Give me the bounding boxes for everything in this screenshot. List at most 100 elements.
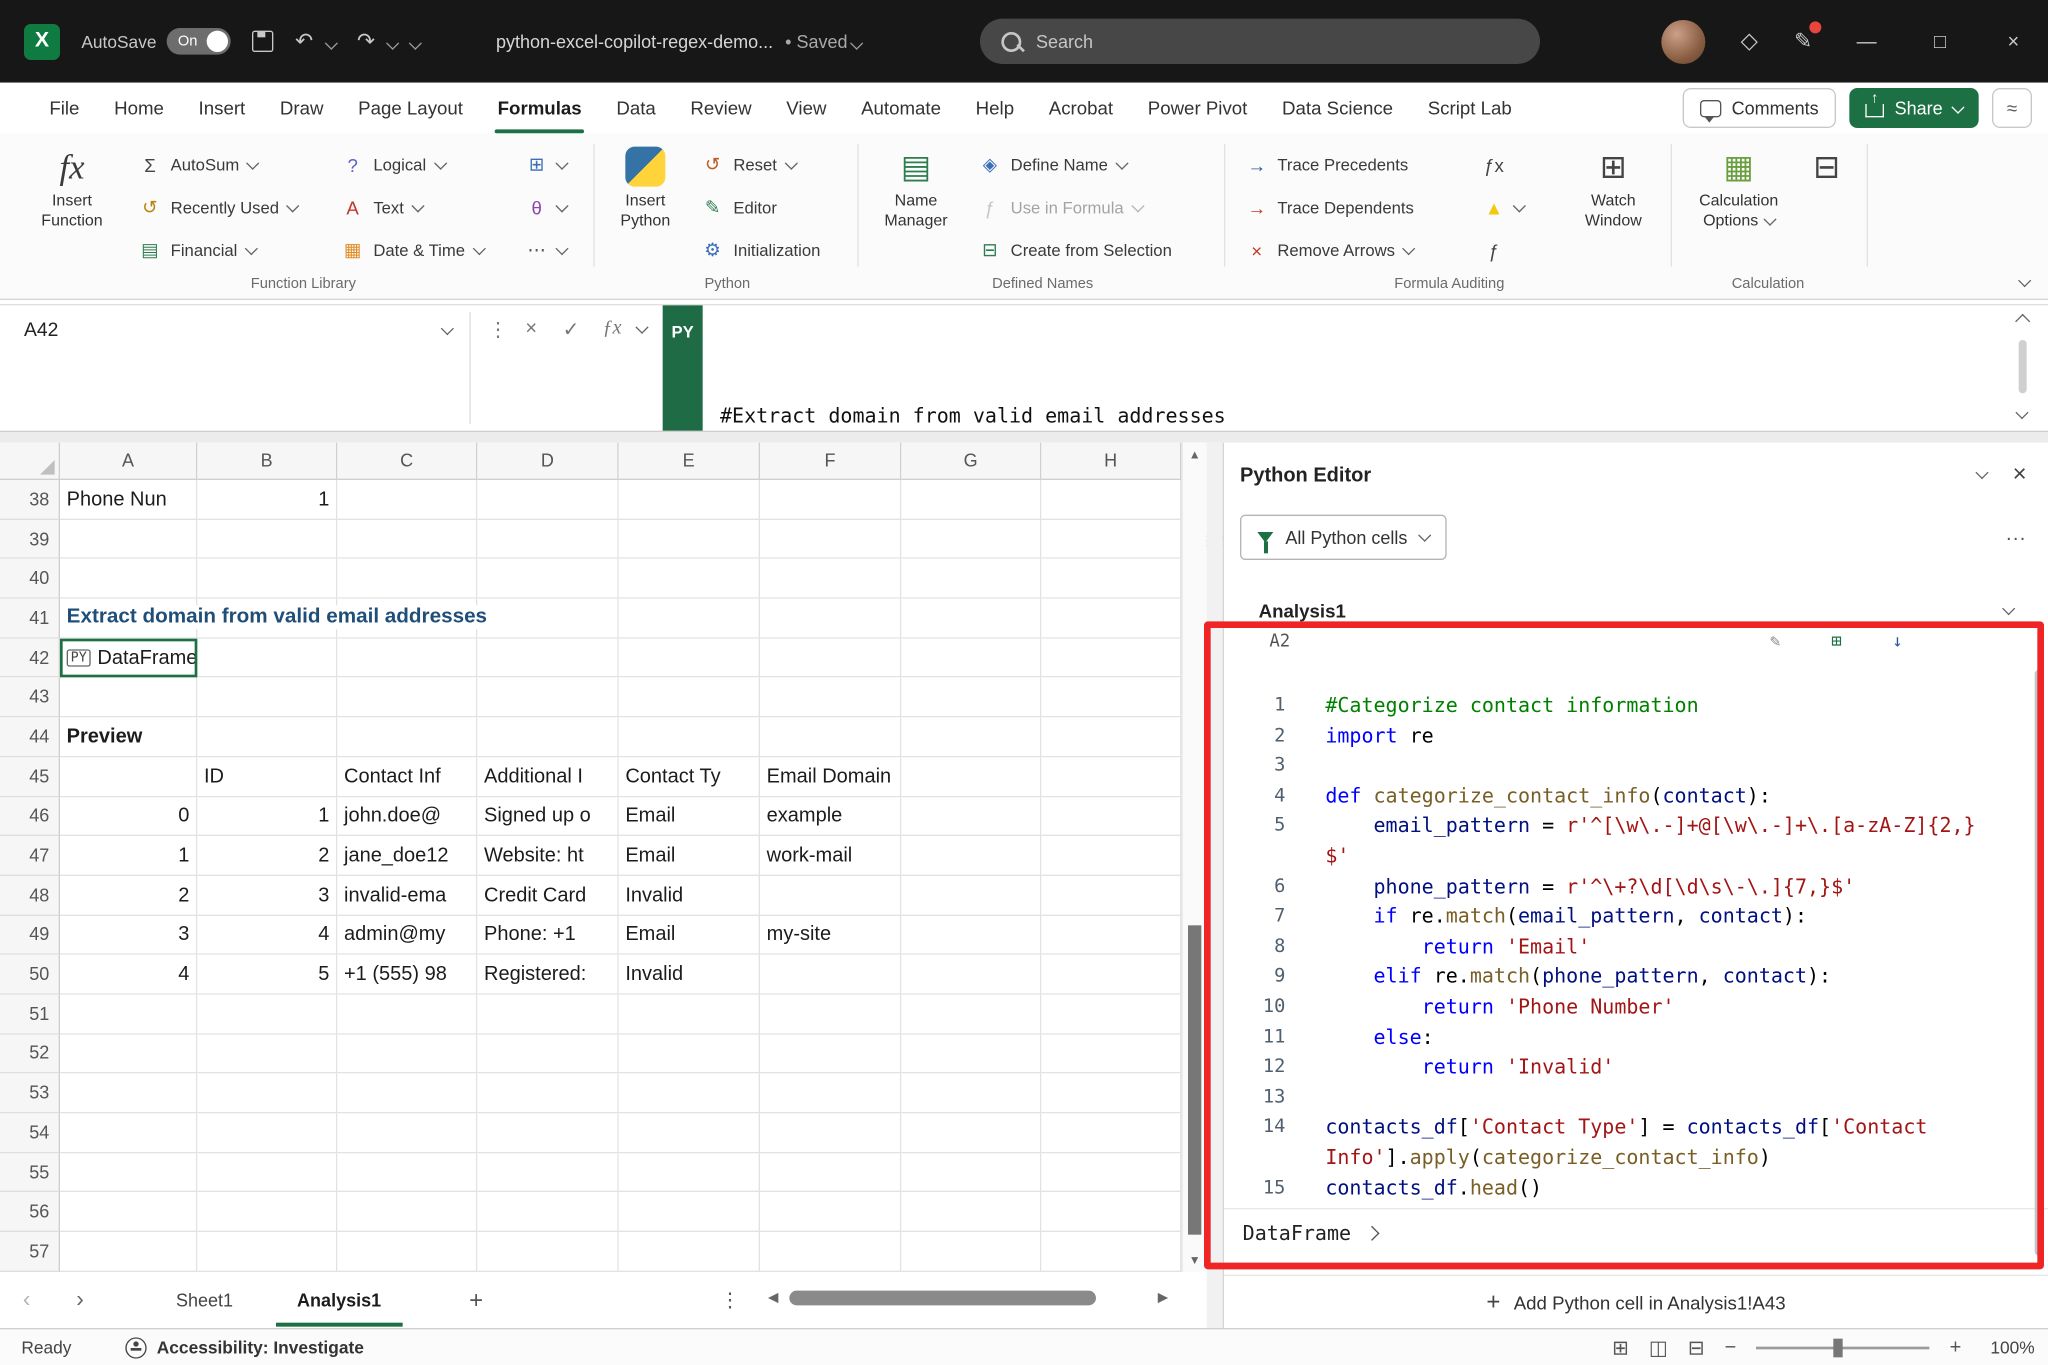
cell-D43[interactable] [477, 678, 618, 718]
cell-D55[interactable] [477, 1153, 618, 1193]
code-line-15[interactable]: 15contacts_df.head() [1224, 1173, 2036, 1203]
cell-H39[interactable] [1041, 520, 1181, 560]
cell-D51[interactable] [477, 995, 618, 1035]
row-header-51[interactable]: 51 [0, 995, 60, 1035]
row-header-47[interactable]: 47 [0, 836, 60, 876]
cell-E41[interactable] [619, 599, 760, 639]
cell-E39[interactable] [619, 520, 760, 560]
cell-G44[interactable] [901, 717, 1041, 757]
cell-A42[interactable]: PYDataFrame [60, 638, 197, 678]
vertical-scrollbar[interactable]: ▲ ▼ [1181, 443, 1206, 1272]
code-line-11[interactable]: 11 else: [1224, 1022, 2036, 1052]
menu-tab-data[interactable]: Data [599, 83, 673, 134]
cell-B55[interactable] [197, 1153, 337, 1193]
cell-E51[interactable] [619, 995, 760, 1035]
accessibility-status[interactable]: Accessibility: Investigate [125, 1337, 364, 1358]
insert-function-icon[interactable]: ƒx [603, 317, 622, 340]
menu-tab-view[interactable]: View [769, 83, 844, 134]
sheet-nav-right-icon[interactable]: › [53, 1287, 106, 1314]
cell-B39[interactable] [197, 520, 337, 560]
column-header-e[interactable]: E [619, 443, 760, 480]
cell-E48[interactable]: Invalid [619, 876, 760, 916]
cell-D38[interactable] [477, 480, 618, 520]
autosave-toggle[interactable]: On [167, 28, 231, 55]
cell-F42[interactable] [760, 638, 901, 678]
column-header-d[interactable]: D [477, 443, 618, 480]
cell-B54[interactable] [197, 1113, 337, 1153]
maximize-button[interactable]: □ [1921, 30, 1958, 53]
zoom-level[interactable]: 100% [1981, 1337, 2034, 1357]
cell-F52[interactable] [760, 1034, 901, 1074]
code-line-5[interactable]: 5 email_pattern = r'^[\w\.-]+@[\w\.-]+\.… [1224, 811, 2036, 841]
normal-view-icon[interactable]: ⊞ [1612, 1335, 1629, 1359]
cell-D45[interactable]: Additional I [477, 757, 618, 797]
extra-toolbar-button[interactable]: ≈ [1992, 88, 2032, 128]
watch-window-button[interactable]: ⊞ Watch Window [1567, 143, 1660, 231]
code-line-8[interactable]: 8 return 'Email' [1224, 932, 2036, 962]
chevron-down-icon[interactable] [635, 321, 648, 334]
code-lines[interactable]: 1#Categorize contact information2import … [1224, 691, 2036, 1203]
row-header-42[interactable]: 42 [0, 638, 60, 678]
cell-F38[interactable] [760, 480, 901, 520]
cell-C44[interactable] [337, 717, 477, 757]
cell-F45[interactable]: Email Domain [760, 757, 901, 797]
cell-E55[interactable] [619, 1153, 760, 1193]
cell-grid-icon[interactable]: ⊞ [1831, 631, 1841, 651]
sheet-more-icon[interactable]: ⋮ [720, 1288, 740, 1312]
code-line-13[interactable]: 13 [1224, 1082, 2036, 1112]
reset-button[interactable]: ↺Reset [693, 145, 828, 184]
cell-F49[interactable]: my-site [760, 915, 901, 955]
enter-check-icon[interactable]: ✓ [563, 317, 580, 341]
cell-E45[interactable]: Contact Ty [619, 757, 760, 797]
menu-tab-script-lab[interactable]: Script Lab [1410, 83, 1529, 134]
close-pane-button[interactable]: × [2013, 460, 2027, 488]
cell-B44[interactable] [197, 717, 337, 757]
scroll-up-icon[interactable]: ▲ [1183, 448, 1207, 461]
cell-C51[interactable] [337, 995, 477, 1035]
cell-E44[interactable] [619, 717, 760, 757]
show-formulas-button[interactable]: ƒx [1475, 145, 1532, 184]
minimize-button[interactable]: — [1848, 30, 1885, 53]
menu-tab-acrobat[interactable]: Acrobat [1031, 83, 1130, 134]
cell-H41[interactable] [1041, 599, 1181, 639]
cell-D47[interactable]: Website: ht [477, 836, 618, 876]
cell-C42[interactable] [337, 638, 477, 678]
code-line-7[interactable]: 7 if re.match(email_pattern, contact): [1224, 902, 2036, 932]
cell-E50[interactable]: Invalid [619, 955, 760, 995]
cell-C57[interactable] [337, 1232, 477, 1272]
select-all-corner[interactable] [0, 443, 60, 480]
scroll-right-icon[interactable]: ▶ [1158, 1291, 1168, 1306]
cell-G41[interactable] [901, 599, 1041, 639]
cell-B49[interactable]: 4 [197, 915, 337, 955]
chevron-down-icon[interactable] [2015, 406, 2028, 419]
cell-E47[interactable]: Email [619, 836, 760, 876]
cell-F46[interactable]: example [760, 797, 901, 837]
cell-D50[interactable]: Registered: [477, 955, 618, 995]
row-header-49[interactable]: 49 [0, 915, 60, 955]
cell-H49[interactable] [1041, 915, 1181, 955]
cell-H53[interactable] [1041, 1074, 1181, 1114]
cell-F53[interactable] [760, 1074, 901, 1114]
use-in-formula-button[interactable]: ƒUse in Formula [971, 188, 1180, 227]
scrollbar-thumb[interactable] [789, 1291, 1096, 1306]
menu-tab-insert[interactable]: Insert [181, 83, 262, 134]
excel-logo-icon[interactable]: X [24, 23, 60, 59]
pane-splitter[interactable] [1207, 443, 1223, 1328]
section-chevron-icon[interactable] [2002, 602, 2015, 615]
horizontal-scrollbar[interactable]: ◀ ▶ [768, 1288, 1168, 1312]
cell-E43[interactable] [619, 678, 760, 718]
more-options-icon[interactable]: ⋮ [488, 317, 508, 341]
cell-A54[interactable] [60, 1113, 197, 1153]
logical-button[interactable]: ?Logical [333, 145, 491, 184]
cell-H43[interactable] [1041, 678, 1181, 718]
cell-D41[interactable] [477, 599, 618, 639]
sheet-section-label[interactable]: Analysis1 [1259, 600, 1346, 621]
cell-E56[interactable] [619, 1192, 760, 1232]
code-line-12[interactable]: 12 return 'Invalid' [1224, 1052, 2036, 1082]
cell-A38[interactable]: Phone Nun [60, 480, 197, 520]
menu-tab-power-pivot[interactable]: Power Pivot [1130, 83, 1264, 134]
cell-G40[interactable] [901, 559, 1041, 599]
cancel-icon[interactable]: × [525, 317, 537, 340]
add-sheet-button[interactable]: + [469, 1286, 483, 1314]
cell-C56[interactable] [337, 1192, 477, 1232]
